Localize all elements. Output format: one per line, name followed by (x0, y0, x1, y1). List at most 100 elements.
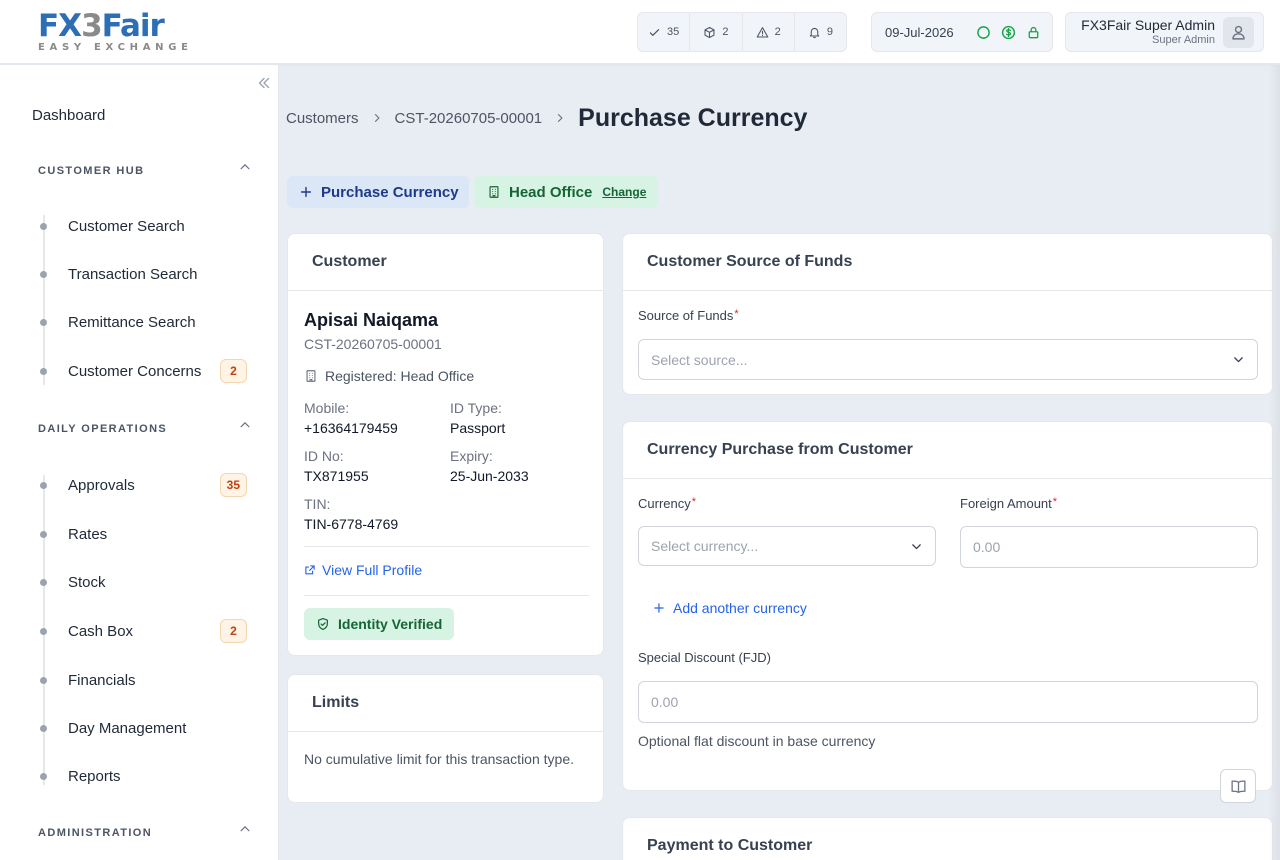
sidebar-item-reports[interactable]: Reports (40, 762, 255, 790)
plus-icon (300, 186, 312, 198)
bullet (40, 481, 47, 489)
chevron-up-icon[interactable] (238, 822, 252, 836)
add-currency-button[interactable]: Add another currency (653, 600, 807, 616)
special-discount-input[interactable]: 0.00 (638, 681, 1258, 723)
currency-select[interactable]: Select currency... (638, 526, 936, 566)
plus-icon (654, 603, 664, 613)
sidebar-item-label: Remittance Search (68, 313, 196, 331)
card-title: Limits (288, 675, 603, 732)
section-administration[interactable]: ADMINISTRATION (38, 827, 152, 839)
expiry-label: Expiry: (450, 448, 493, 464)
source-of-funds-card: Customer Source of Funds Source of Funds… (622, 233, 1273, 395)
user-role: Super Admin (1152, 34, 1215, 46)
lock-icon[interactable] (1026, 25, 1041, 40)
business-date-status: 09-Jul-2026 (871, 12, 1053, 52)
sidebar-item-approvals[interactable]: Approvals 35 (40, 471, 255, 499)
id-type-label: ID Type: (450, 400, 502, 416)
change-branch-link[interactable]: Change (602, 185, 646, 199)
select-placeholder: Select currency... (651, 538, 759, 554)
chevron-up-icon[interactable] (238, 160, 252, 174)
app-logo[interactable]: FX3Fair EASY EXCHANGE (38, 10, 193, 53)
input-placeholder: 0.00 (973, 539, 1001, 555)
sidebar-item-remittance-search[interactable]: Remittance Search (40, 308, 255, 336)
bell-icon (809, 27, 820, 38)
dollar-circle-icon[interactable] (1001, 25, 1016, 40)
business-date: 09-Jul-2026 (885, 24, 954, 40)
customer-name: Apisai Naiqama (304, 310, 439, 330)
check-icon (649, 28, 660, 36)
warnings-count: 2 (774, 26, 781, 38)
tin-value: TIN-6778-4769 (304, 516, 399, 532)
sidebar-item-rates[interactable]: Rates (40, 520, 255, 548)
sidebar-item-label: Customer Search (68, 217, 185, 235)
chevron-right-icon (558, 114, 563, 122)
alerts-counter[interactable]: 9 (795, 13, 846, 51)
branch-label: Head Office (509, 183, 593, 201)
divider (304, 595, 589, 596)
breadcrumb-customers[interactable]: Customers (286, 110, 359, 127)
sidebar-item-stock[interactable]: Stock (40, 568, 255, 596)
identity-verified-badge: Identity Verified (304, 608, 455, 640)
discount-helper-text: Optional flat discount in base currency (638, 733, 876, 749)
foreign-amount-input[interactable]: 0.00 (960, 526, 1258, 568)
top-bar: FX3Fair EASY EXCHANGE 35 2 2 9 09-Jul-20… (0, 0, 1280, 64)
notification-counters: 35 2 2 9 (637, 12, 847, 52)
count-badge: 35 (219, 473, 247, 497)
alerts-count: 9 (826, 26, 833, 38)
building-icon (306, 370, 316, 382)
sidebar-item-label: Day Management (68, 719, 187, 737)
customer-card: Customer Apisai Naiqama CST-20260705-000… (287, 233, 604, 656)
mobile-value: +16364179459 (304, 420, 398, 436)
sidebar-item-day-management[interactable]: Day Management (40, 714, 255, 742)
section-customer-hub[interactable]: CUSTOMER HUB (38, 165, 144, 177)
guide-button[interactable] (1220, 769, 1256, 803)
collapse-sidebar-icon[interactable] (256, 75, 272, 91)
transaction-type-label: Purchase Currency (321, 183, 459, 201)
sidebar-item-cash-box[interactable]: Cash Box 2 (40, 617, 255, 645)
avatar[interactable] (1223, 17, 1254, 48)
sidebar-item-label: Stock (68, 573, 106, 591)
logo-tagline: EASY EXCHANGE (38, 42, 193, 53)
card-title: Customer Source of Funds (623, 234, 1272, 291)
sidebar-item-financials[interactable]: Financials (40, 666, 255, 694)
sidebar-item-label: Rates (68, 525, 108, 543)
currency-label: Currency* (638, 496, 697, 511)
bullet (40, 367, 47, 375)
sidebar-item-customer-search[interactable]: Customer Search (40, 212, 255, 240)
approvals-counter[interactable]: 35 (638, 13, 691, 51)
sidebar-item-customer-concerns[interactable]: Customer Concerns 2 (40, 357, 255, 385)
bullet (40, 578, 47, 586)
breadcrumb-customer-id[interactable]: CST-20260705-00001 (395, 110, 543, 127)
page-title: Purchase Currency (578, 103, 808, 132)
sidebar-item-dashboard[interactable]: Dashboard (32, 107, 105, 124)
sidebar: Dashboard CUSTOMER HUB Customer Search T… (0, 65, 279, 860)
chevron-right-icon (374, 114, 380, 122)
tin-label: TIN: (304, 496, 331, 512)
id-type-value: Passport (450, 420, 506, 436)
stock-counter[interactable]: 2 (690, 13, 743, 51)
bullet (40, 772, 47, 780)
card-title: Currency Purchase from Customer (623, 422, 1272, 479)
bullet (40, 627, 47, 635)
sidebar-item-transaction-search[interactable]: Transaction Search (40, 260, 255, 288)
input-placeholder: 0.00 (651, 694, 679, 710)
user-menu[interactable]: FX3Fair Super Admin Super Admin (1065, 12, 1264, 52)
view-profile-link[interactable]: View Full Profile (304, 562, 422, 578)
special-discount-label: Special Discount (FJD) (638, 650, 771, 665)
sidebar-item-label: Approvals (68, 476, 135, 494)
source-of-funds-select[interactable]: Select source... (638, 339, 1258, 380)
bullet (40, 222, 47, 230)
warnings-counter[interactable]: 2 (743, 13, 795, 51)
transaction-type-tag: Purchase Currency (287, 176, 469, 208)
source-of-funds-label: Source of Funds* (638, 308, 739, 323)
circle-status-icon[interactable] (976, 25, 991, 40)
mobile-label: Mobile: (304, 400, 350, 416)
bullet (40, 530, 47, 538)
user-icon (1232, 25, 1245, 40)
building-icon (489, 186, 499, 198)
chevron-up-icon[interactable] (238, 418, 252, 432)
section-daily-operations[interactable]: DAILY OPERATIONS (38, 423, 167, 435)
view-profile-label: View Full Profile (322, 562, 423, 578)
bullet (40, 724, 47, 732)
box-icon (704, 26, 715, 38)
